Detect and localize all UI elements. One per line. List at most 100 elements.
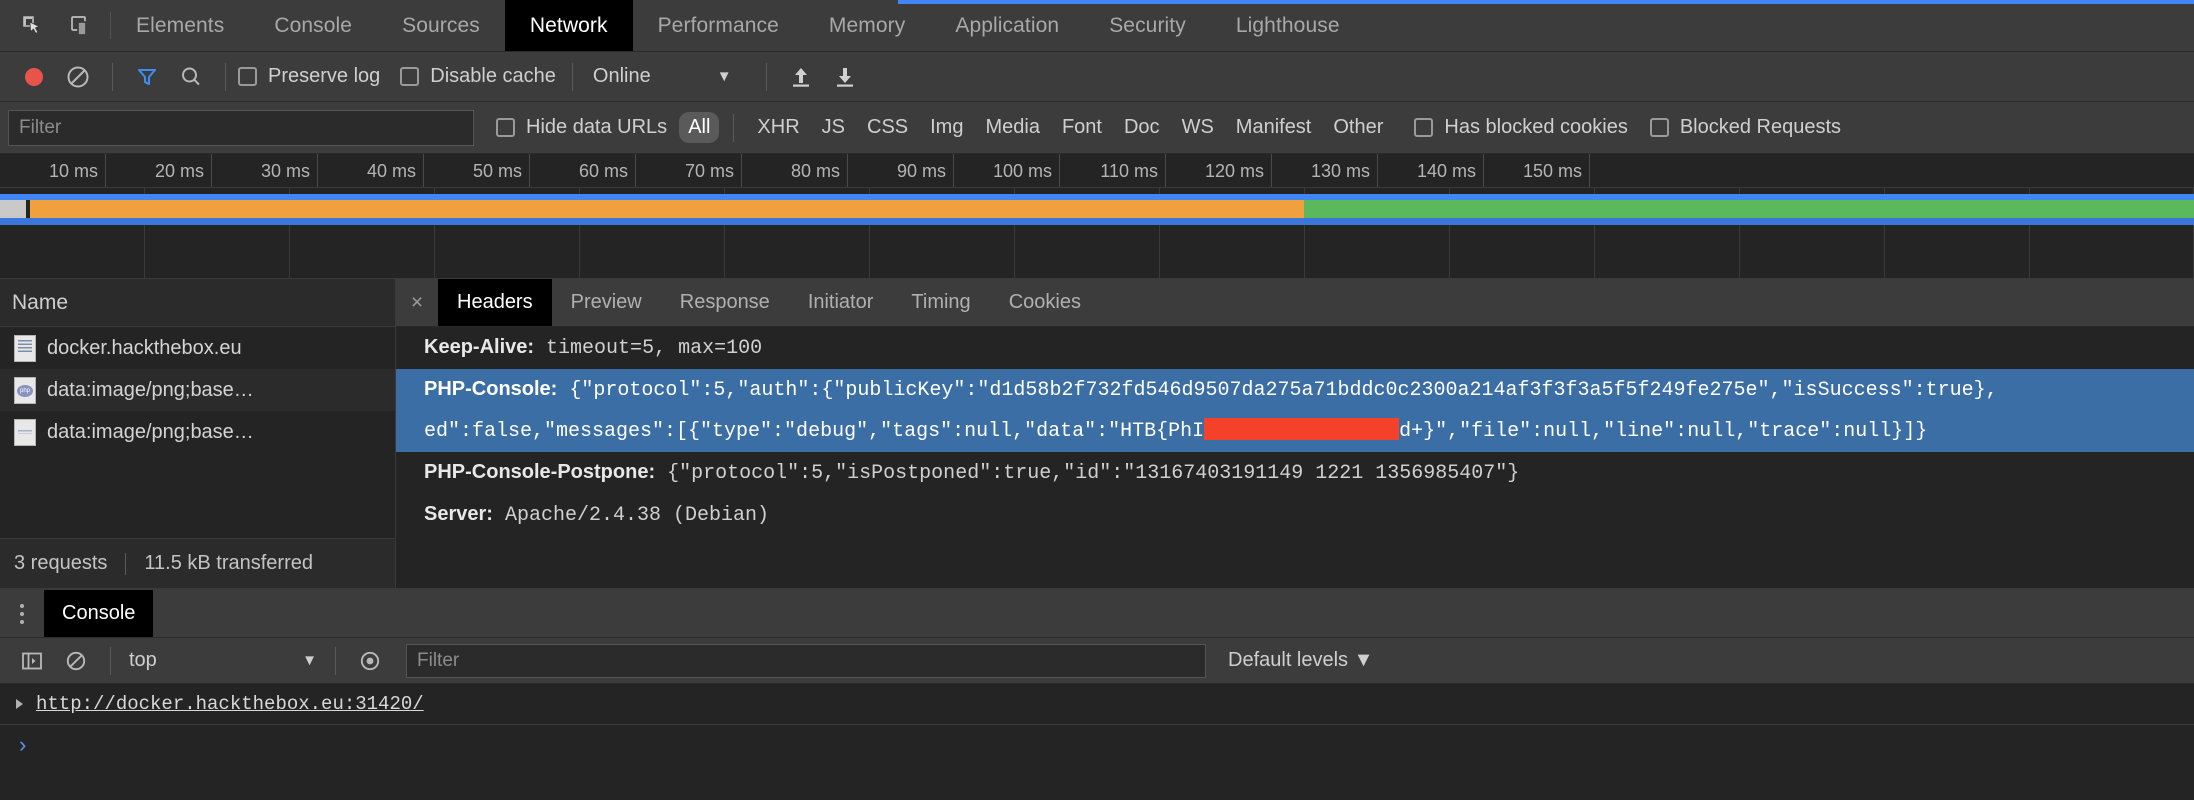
filter-type-xhr[interactable]: XHR — [748, 112, 808, 143]
device-toolbar-icon[interactable] — [66, 11, 96, 41]
ruler-tick-90: 90 ms — [848, 154, 954, 187]
filter-type-font[interactable]: Font — [1053, 112, 1111, 143]
response-headers-list[interactable]: Keep-Alive: timeout=5, max=100 PHP-Conso… — [396, 327, 2194, 588]
console-filter-input[interactable] — [406, 643, 1206, 678]
request-name: docker.hackthebox.eu — [47, 336, 242, 359]
request-name-column-header[interactable]: Name — [0, 279, 395, 327]
tab-lighthouse[interactable]: Lighthouse — [1211, 0, 1365, 51]
tab-elements[interactable]: Elements — [111, 0, 249, 51]
close-icon[interactable]: × — [396, 279, 438, 326]
tab-headers[interactable]: Headers — [438, 279, 552, 326]
disable-cache-box[interactable] — [400, 67, 420, 86]
console-message-link[interactable]: http://docker.hackthebox.eu:31420/ — [36, 693, 424, 715]
tab-lighthouse-label: Lighthouse — [1235, 13, 1340, 37]
live-expression-icon[interactable] — [348, 639, 392, 683]
header-value-after-redaction: d+}","file":null,"line":null,"trace":nul… — [1399, 420, 1928, 443]
header-name: Keep-Alive: — [424, 336, 535, 358]
network-toolbar: Preserve log Disable cache Online ▼ — [0, 52, 2194, 102]
filter-type-other[interactable]: Other — [1324, 112, 1392, 143]
devtools-tool-icons — [0, 0, 110, 51]
filter-type-all[interactable]: All — [679, 112, 720, 143]
filter-input[interactable] — [8, 109, 474, 146]
tab-memory[interactable]: Memory — [804, 0, 930, 51]
console-prompt[interactable]: › — [0, 725, 2194, 768]
expand-arrow-icon[interactable] — [16, 699, 23, 709]
tab-cookies[interactable]: Cookies — [990, 279, 1100, 326]
filter-type-ws[interactable]: WS — [1173, 112, 1223, 143]
header-row-php-console-postpone[interactable]: PHP-Console-Postpone: {"protocol":5,"isP… — [396, 452, 2194, 494]
tab-security[interactable]: Security — [1084, 0, 1211, 51]
devtools-tabs: Elements Console Sources Network Perform… — [111, 0, 1365, 51]
tab-performance[interactable]: Performance — [633, 0, 804, 51]
tab-memory-label: Memory — [828, 13, 906, 37]
network-main-split: Name docker.hackthebox.eu data:image/png… — [0, 279, 2194, 589]
console-context-select[interactable]: top ▼ — [123, 649, 323, 672]
console-message[interactable]: http://docker.hackthebox.eu:31420/ — [0, 684, 2194, 725]
disable-cache-checkbox[interactable]: Disable cache — [400, 65, 556, 88]
download-har-icon[interactable] — [823, 55, 867, 99]
console-levels-select[interactable]: Default levels ▼ — [1228, 649, 1373, 672]
header-value: timeout=5, max=100 — [546, 337, 763, 360]
throttle-select[interactable]: Online — [585, 65, 659, 88]
ruler-tick-20: 20 ms — [106, 154, 212, 187]
hide-data-urls-box[interactable] — [496, 118, 515, 137]
tab-application[interactable]: Application — [930, 0, 1084, 51]
table-row[interactable]: data:image/png;base… — [0, 411, 395, 453]
clear-icon[interactable] — [56, 55, 100, 99]
header-name: PHP-Console: — [424, 378, 558, 400]
network-filter-bar: Hide data URLs All XHR JS CSS Img Media … — [0, 102, 2194, 154]
table-row[interactable]: data:image/png;base… — [0, 369, 395, 411]
console-drawer: Console top ▼ Def — [0, 589, 2194, 778]
header-row-server[interactable]: Server: Apache/2.4.38 (Debian) — [396, 494, 2194, 536]
filter-type-js[interactable]: JS — [813, 112, 854, 143]
upload-har-icon[interactable] — [779, 55, 823, 99]
filter-type-manifest[interactable]: Manifest — [1227, 112, 1321, 143]
hide-data-urls-checkbox[interactable]: Hide data URLs — [496, 116, 667, 139]
filter-type-css[interactable]: CSS — [858, 112, 917, 143]
header-name: PHP-Console-Postpone: — [424, 461, 656, 483]
record-icon[interactable] — [12, 55, 56, 99]
has-blocked-cookies-label: Has blocked cookies — [1444, 116, 1628, 138]
tab-elements-label: Elements — [136, 13, 225, 37]
preserve-log-box[interactable] — [238, 67, 257, 86]
tab-preview[interactable]: Preview — [552, 279, 661, 326]
tab-timing[interactable]: Timing — [892, 279, 989, 326]
search-icon[interactable] — [169, 55, 213, 99]
filter-type-media[interactable]: Media — [976, 112, 1048, 143]
tab-response[interactable]: Response — [661, 279, 789, 326]
has-blocked-cookies-box[interactable] — [1414, 118, 1434, 137]
header-row-php-console[interactable]: PHP-Console: {"protocol":5,"auth":{"publ… — [396, 369, 2194, 411]
ruler-tick-30: 30 ms — [212, 154, 318, 187]
filter-type-img[interactable]: Img — [921, 112, 972, 143]
header-row-keep-alive[interactable]: Keep-Alive: timeout=5, max=100 — [396, 327, 2194, 369]
table-row[interactable]: docker.hackthebox.eu — [0, 327, 395, 369]
chevron-down-icon[interactable]: ▼ — [302, 652, 317, 669]
preserve-log-label: Preserve log — [268, 65, 381, 87]
blocked-requests-box[interactable] — [1649, 118, 1669, 137]
inspect-element-icon[interactable] — [18, 11, 48, 41]
php-document-icon — [14, 376, 36, 404]
header-row-php-console-continued[interactable]: ed":false,"messages":[{"type":"debug","t… — [396, 411, 2194, 452]
ruler-tick-80: 80 ms — [742, 154, 848, 187]
clear-console-icon[interactable] — [54, 639, 98, 683]
footer-divider — [125, 552, 127, 575]
drawer-tab-console[interactable]: Console — [44, 590, 154, 637]
tab-initiator[interactable]: Initiator — [789, 279, 893, 326]
tab-console[interactable]: Console — [249, 0, 377, 51]
blocked-requests-checkbox[interactable]: Blocked Requests — [1649, 116, 1841, 139]
has-blocked-cookies-checkbox[interactable]: Has blocked cookies — [1414, 116, 1628, 139]
console-divider-2 — [335, 646, 336, 675]
tab-sources-label: Sources — [402, 13, 480, 37]
preserve-log-checkbox[interactable]: Preserve log — [238, 65, 380, 88]
console-sidebar-icon[interactable] — [10, 639, 54, 683]
filter-type-doc[interactable]: Doc — [1115, 112, 1169, 143]
filter-funnel-icon[interactable] — [125, 55, 169, 99]
toolbar-divider-3 — [571, 62, 573, 91]
tab-sources[interactable]: Sources — [377, 0, 505, 51]
more-options-icon[interactable] — [0, 590, 44, 637]
network-overview[interactable]: 10 ms 20 ms 30 ms 40 ms 50 ms 60 ms 70 m… — [0, 154, 2194, 279]
chevron-down-icon[interactable]: ▼ — [659, 68, 754, 85]
tab-network[interactable]: Network — [504, 0, 633, 51]
overview-bands[interactable] — [0, 188, 2194, 278]
request-list-panel: Name docker.hackthebox.eu data:image/png… — [0, 279, 396, 588]
